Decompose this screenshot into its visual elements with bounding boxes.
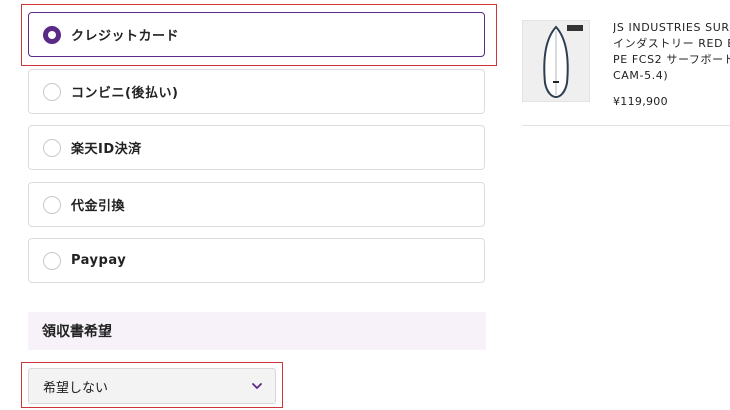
radio-unselected-icon[interactable] <box>43 138 61 157</box>
product-name-line: インダストリー RED B <box>613 37 730 50</box>
payment-option-credit-card[interactable]: クレジットカード <box>28 12 485 57</box>
product-name: JS INDUSTRIES SURF インダストリー RED B PE FCS2… <box>613 20 730 84</box>
chevron-down-icon <box>252 383 262 389</box>
payment-option-label: クレジットカード <box>71 29 180 44</box>
receipt-select-value: 希望しない <box>43 380 109 396</box>
product-price: ¥119,900 <box>613 95 668 108</box>
radio-unselected-icon[interactable] <box>43 251 61 270</box>
payment-option-label: 代金引換 <box>71 199 126 214</box>
payment-option-rakuten-id[interactable]: 楽天ID決済 <box>28 125 485 170</box>
cart-product: JS INDUSTRIES SURF インダストリー RED B PE FCS2… <box>522 20 730 130</box>
radio-unselected-icon[interactable] <box>43 82 61 101</box>
radio-selected-icon[interactable] <box>43 25 61 44</box>
product-name-line: CAM-5.4) <box>613 69 669 82</box>
payment-option-paypay[interactable]: Paypay <box>28 238 485 283</box>
payment-option-label: 楽天ID決済 <box>71 142 142 157</box>
receipt-heading: 領収書希望 <box>42 324 112 340</box>
payment-option-convenience-store[interactable]: コンビニ(後払い) <box>28 69 485 114</box>
receipt-select[interactable]: 希望しない <box>28 368 276 404</box>
payment-option-cash-on-delivery[interactable]: 代金引換 <box>28 182 485 227</box>
product-thumbnail <box>522 20 590 102</box>
payment-option-label: Paypay <box>71 253 127 268</box>
surfboard-image <box>543 25 583 99</box>
product-name-line: PE FCS2 サーフボード <box>613 53 730 66</box>
product-name-line: JS INDUSTRIES SURF <box>613 21 730 34</box>
product-divider <box>522 125 730 126</box>
payment-option-label: コンビニ(後払い) <box>71 86 179 101</box>
receipt-section-header: 領収書希望 <box>28 312 486 350</box>
radio-unselected-icon[interactable] <box>43 195 61 214</box>
